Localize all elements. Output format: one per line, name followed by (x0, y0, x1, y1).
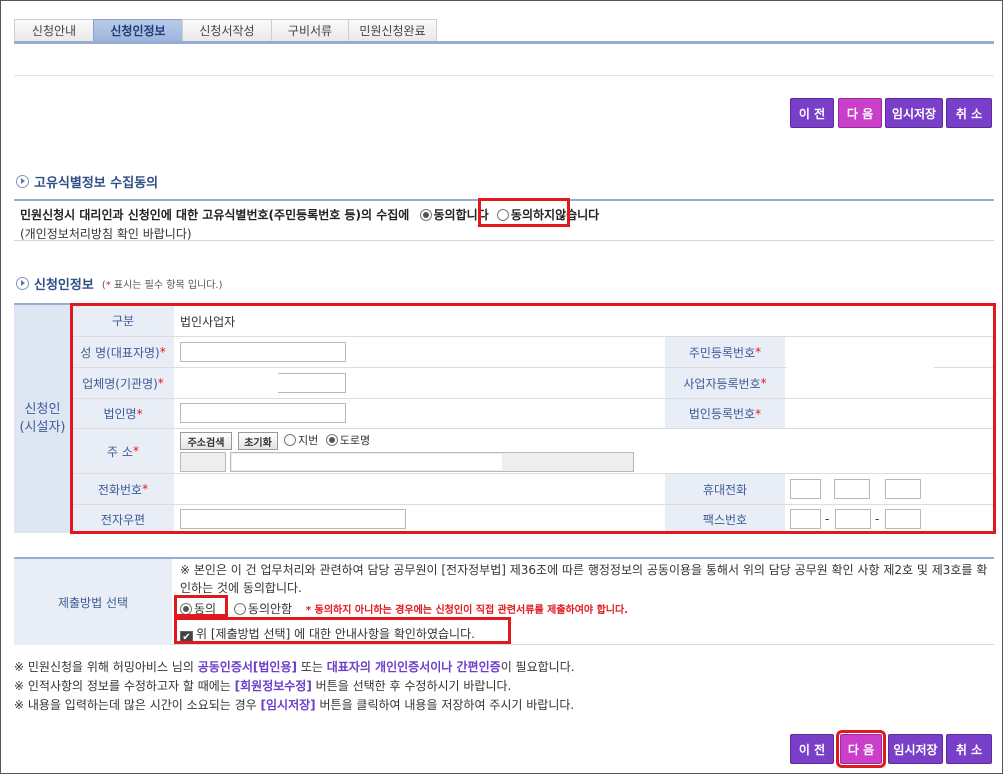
section-title-text: 신청인정보 (34, 278, 94, 293)
temp-save-button-bottom[interactable]: 임시저장 (888, 734, 943, 764)
submission-label: 제출방법 선택 (14, 559, 172, 645)
next-button-bottom[interactable]: 다 음 (836, 730, 886, 768)
radio-submit-disagree[interactable] (233, 603, 246, 615)
section-title-text: 고유식별정보 수집동의 (34, 176, 159, 191)
submission-options: 동의 동의안함 * 동의하지 아니하는 경우에는 신청인이 직접 관련서류를 제… (180, 600, 628, 617)
circle-arrow-icon (16, 175, 29, 188)
tab-applicant-info[interactable]: 신청인정보 (93, 19, 182, 42)
divider (14, 75, 994, 76)
highlight-applicant (70, 303, 996, 534)
submission-warning: * 동의하지 아니하는 경우에는 신청인이 직접 관련서류를 제출하여야 합니다… (305, 605, 629, 616)
section-title-applicant: 신청인정보 (* 표시는 필수 항목 입니다.) (16, 274, 223, 293)
notice-2: ※ 인적사항의 정보를 수정하고자 할 때에는 [회원정보수정] 버튼을 선택한… (14, 679, 512, 693)
required-note: (* 표시는 필수 항목 입니다.) (101, 280, 223, 291)
applicant-side-label: 신청인 (시설자) (14, 305, 72, 533)
submit-disagree-option[interactable]: 동의안함 (233, 602, 292, 616)
tab-application-form[interactable]: 신청서작성 (182, 19, 271, 42)
temp-save-button[interactable]: 임시저장 (885, 98, 943, 128)
circle-arrow-icon (16, 277, 29, 290)
highlight-submit-agree (174, 595, 228, 617)
step-tabs: 신청안내 신청인정보 신청서작성 구비서류 민원신청완료 (14, 19, 437, 42)
section-title-consent: 고유식별정보 수집동의 (16, 172, 158, 191)
submission-text: ※ 본인은 이 건 업무처리와 관련하여 담당 공무원이 [전자정부법] 제36… (180, 563, 988, 595)
notice-list: ※ 민원신청을 위해 허밍아비스 님의 공동인증서[법인용] 또는 대표자의 개… (14, 658, 575, 715)
cancel-button-bottom[interactable]: 취 소 (946, 734, 992, 764)
prev-button[interactable]: 이 전 (790, 98, 834, 128)
cancel-button[interactable]: 취 소 (946, 98, 992, 128)
highlight-confirm (174, 617, 511, 644)
privacy-note: (개인정보처리방침 확인 바랍니다) (20, 227, 192, 241)
tab-complete[interactable]: 민원신청완료 (348, 19, 437, 42)
tab-underline (14, 41, 994, 44)
tab-guide[interactable]: 신청안내 (14, 19, 93, 42)
radio-agree[interactable] (419, 209, 432, 221)
next-button[interactable]: 다 음 (838, 98, 882, 128)
tab-documents[interactable]: 구비서류 (271, 19, 348, 42)
notice-1: ※ 민원신청을 위해 허밍아비스 님의 공동인증서[법인용] 또는 대표자의 개… (14, 660, 575, 674)
highlight-agree (478, 198, 570, 227)
prev-button-bottom[interactable]: 이 전 (790, 734, 834, 764)
notice-3: ※ 내용을 입력하는데 많은 시간이 소요되는 경우 [임시저장] 버튼을 클릭… (14, 698, 575, 712)
